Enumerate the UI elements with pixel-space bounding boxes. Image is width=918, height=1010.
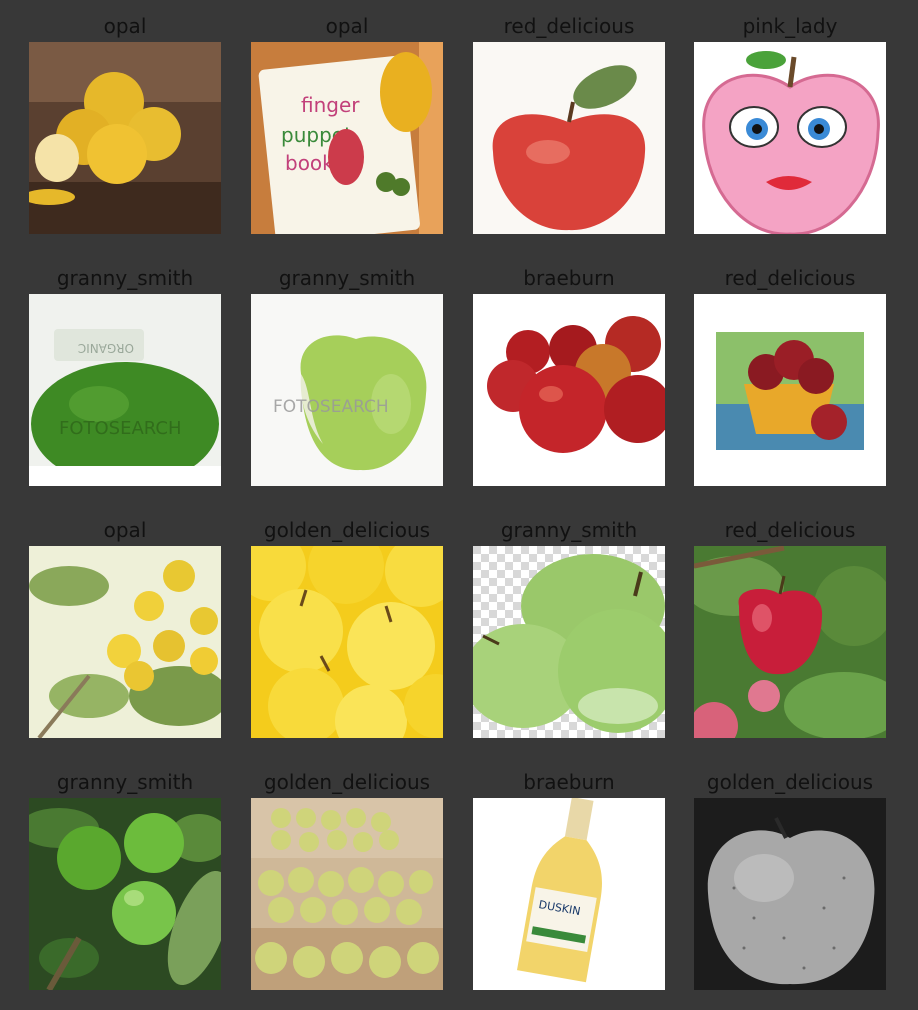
image-label: red_delicious [503, 14, 635, 38]
image-label: golden_delicious [263, 770, 431, 794]
image-label: golden_delicious [263, 518, 431, 542]
apple-photo [694, 546, 886, 738]
image-label: red_delicious [724, 266, 856, 290]
apple-photo: DUSKIN [473, 798, 665, 990]
image-label: granny_smith [56, 266, 194, 290]
apple-photo [694, 42, 886, 234]
apple-photo: finger puppet book [251, 42, 443, 234]
apple-photo [473, 42, 665, 234]
image-label: red_delicious [724, 518, 856, 542]
image-label: granny_smith [56, 770, 194, 794]
apple-photo [29, 546, 221, 738]
image-label: opal [325, 14, 369, 38]
image-label: opal [103, 518, 147, 542]
apple-photo: ORGANIC FOTOSEARCH [29, 294, 221, 486]
image-label: granny_smith [278, 266, 416, 290]
image-label: granny_smith [500, 518, 638, 542]
book-title-line: finger [301, 93, 360, 117]
image-label: braeburn [523, 770, 615, 794]
image-label: golden_delicious [706, 770, 874, 794]
book-title-line: book [285, 151, 334, 175]
apple-photo [29, 42, 221, 234]
apple-photo: FOTOSEARCH [251, 294, 443, 486]
apple-photo [473, 546, 665, 738]
apple-photo [251, 546, 443, 738]
apple-photo [694, 798, 886, 990]
apple-photo [473, 294, 665, 486]
image-tag-text: ORGANIC [78, 341, 134, 355]
watermark-text: FOTOSEARCH [59, 418, 182, 439]
apple-photo [694, 294, 886, 486]
apple-photo [251, 798, 443, 990]
image-label: pink_lady [742, 14, 838, 38]
watermark-text: FOTOSEARCH [273, 397, 389, 417]
image-label: braeburn [523, 266, 615, 290]
image-label: opal [103, 14, 147, 38]
apple-photo [29, 798, 221, 990]
